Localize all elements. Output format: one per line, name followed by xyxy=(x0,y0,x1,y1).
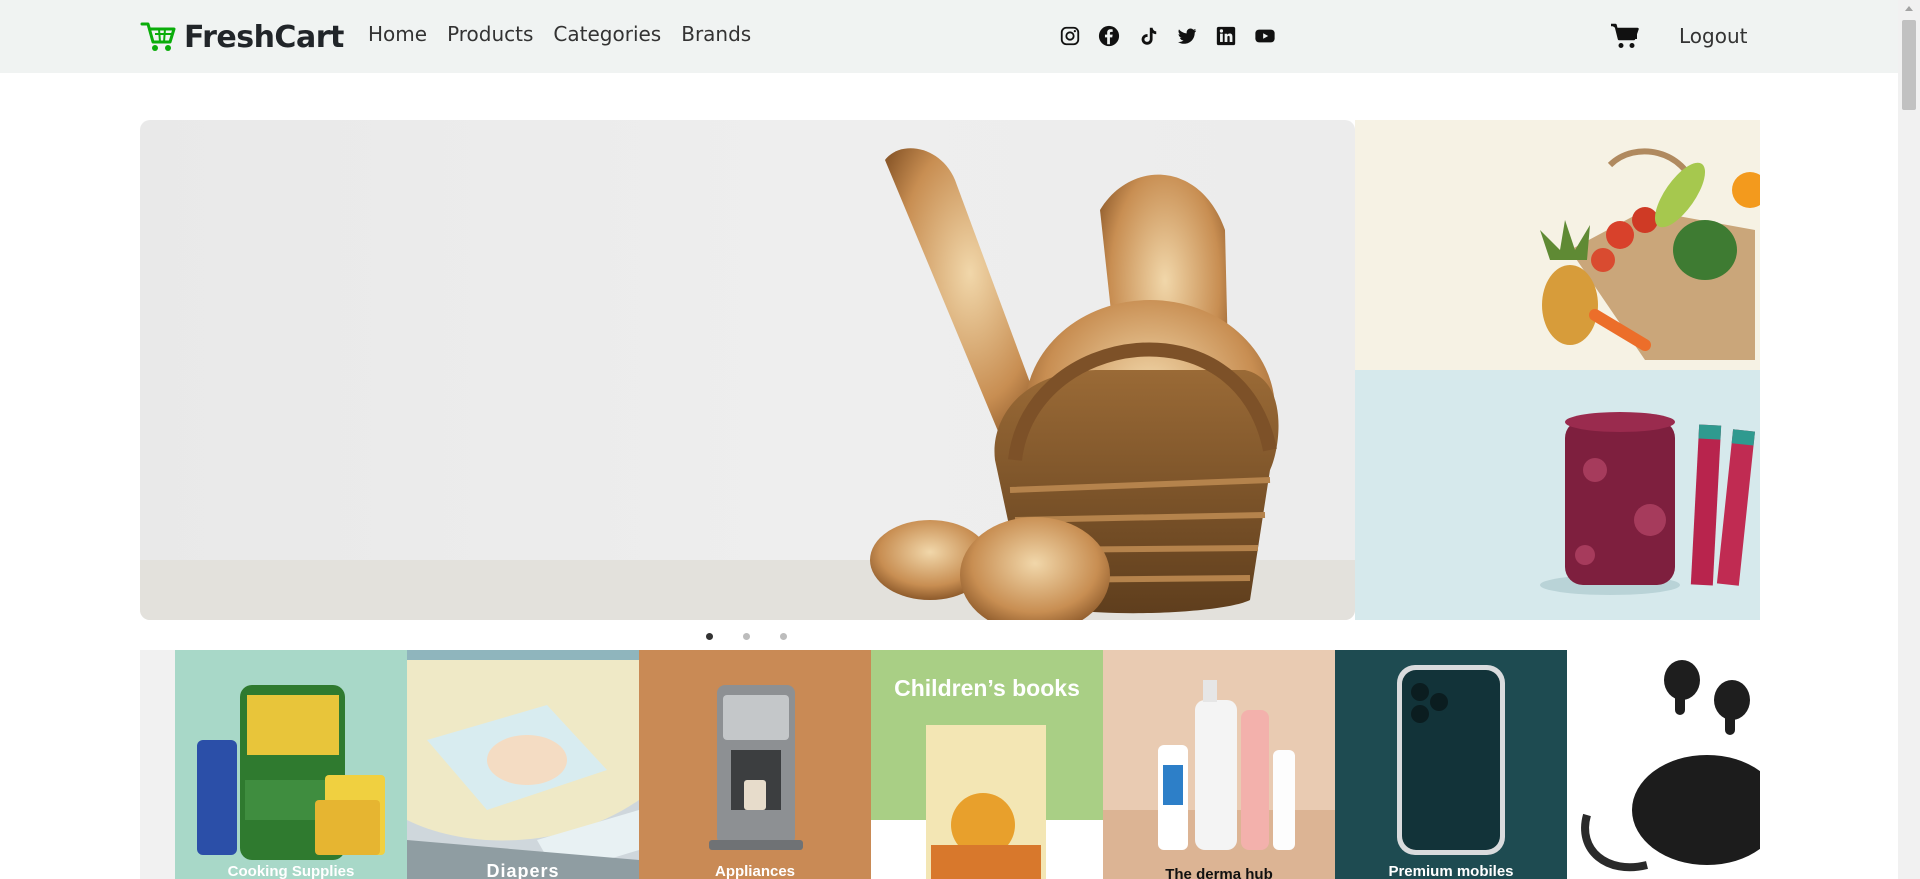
brand-name: FreshCart xyxy=(184,19,344,55)
diapers-image xyxy=(407,650,639,879)
appliances-image xyxy=(709,685,803,850)
category-card-derma-hub[interactable]: The derma hub xyxy=(1103,650,1335,879)
category-card-appliances[interactable]: Appliances xyxy=(639,650,871,879)
scrollbar-thumb[interactable] xyxy=(1902,20,1916,110)
bread-basket-image xyxy=(140,148,1355,620)
social-links xyxy=(1058,24,1292,48)
category-label: Children’s books xyxy=(894,675,1080,701)
scroll-up-arrow-icon[interactable] xyxy=(1898,0,1920,17)
nav-link-products[interactable]: Products xyxy=(447,22,533,46)
category-label: Diapers xyxy=(486,861,560,879)
slider-dots xyxy=(706,633,817,640)
category-card-earbuds[interactable] xyxy=(1567,650,1760,879)
category-label: Premium mobiles xyxy=(1388,863,1514,879)
facebook-icon[interactable] xyxy=(1097,24,1121,48)
category-label: Cooking Supplies xyxy=(227,863,355,879)
instagram-icon[interactable] xyxy=(1058,24,1082,48)
derma-hub-image xyxy=(1103,680,1335,879)
page-scrollbar[interactable] xyxy=(1898,0,1920,879)
nav-link-brands[interactable]: Brands xyxy=(681,22,751,46)
nav-link-home[interactable]: Home xyxy=(368,22,427,46)
twitter-icon[interactable] xyxy=(1175,24,1199,48)
category-card-diapers[interactable]: Diapers xyxy=(407,650,639,879)
wafer-rolls-image xyxy=(1540,412,1755,595)
slider-dot-2[interactable] xyxy=(743,633,750,640)
category-card-cooking-supplies[interactable]: Cooking Supplies xyxy=(175,650,407,879)
grocery-bag-banner[interactable] xyxy=(1355,120,1760,370)
hero-slider-image[interactable] xyxy=(140,120,1355,620)
linkedin-icon[interactable] xyxy=(1214,24,1238,48)
brand-logo[interactable]: FreshCart xyxy=(140,17,344,57)
cart-logo-icon xyxy=(140,22,176,51)
category-slider: Cooking Supplies Diapers Appliances Chil… xyxy=(140,650,1760,879)
cooking-supplies-image xyxy=(197,685,385,860)
slider-dot-3[interactable] xyxy=(780,633,787,640)
youtube-icon[interactable] xyxy=(1253,24,1277,48)
category-card-premium-mobiles[interactable]: Premium mobiles xyxy=(1335,650,1567,879)
category-card-childrens-books[interactable]: Children’s books xyxy=(871,650,1103,879)
nav-link-categories[interactable]: Categories xyxy=(553,22,661,46)
wafer-rolls-banner[interactable] xyxy=(1355,370,1760,620)
category-label: Appliances xyxy=(714,863,796,879)
navbar: FreshCart Home Products Categories Brand… xyxy=(0,0,1898,73)
tiktok-icon[interactable] xyxy=(1136,24,1160,48)
slider-dot-1[interactable] xyxy=(706,633,713,640)
main-nav: Home Products Categories Brands xyxy=(368,22,771,46)
premium-mobiles-image xyxy=(1397,665,1505,855)
cart-icon[interactable] xyxy=(1610,21,1640,51)
logout-link[interactable]: Logout xyxy=(1679,24,1747,48)
category-label: The derma hub xyxy=(1165,866,1273,879)
grocery-bag-image xyxy=(1540,148,1760,360)
earbuds-image xyxy=(1581,660,1760,872)
